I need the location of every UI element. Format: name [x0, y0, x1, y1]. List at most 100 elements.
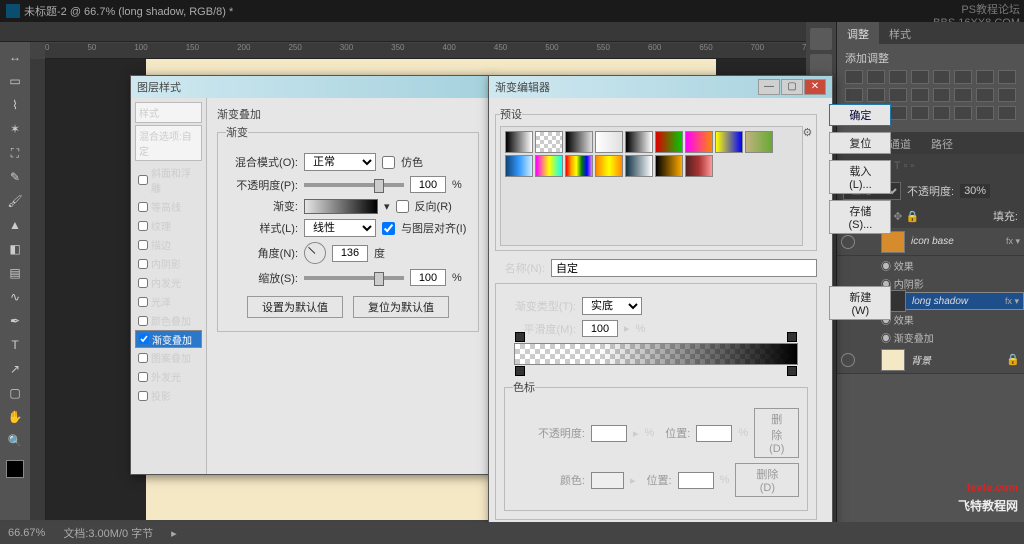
- opacity-input[interactable]: [410, 176, 446, 193]
- path-tool[interactable]: ↗: [4, 358, 26, 380]
- load-button[interactable]: 载入(L)...: [829, 160, 891, 194]
- gradient-tool[interactable]: ▤: [4, 262, 26, 284]
- ok-button[interactable]: 确定: [829, 104, 891, 126]
- style-item-7[interactable]: 颜色叠加: [135, 311, 202, 330]
- eraser-tool[interactable]: ◧: [4, 238, 26, 260]
- preset-swatch[interactable]: [655, 131, 683, 153]
- zoom-tool[interactable]: 🔍: [4, 430, 26, 452]
- dock-icon[interactable]: [810, 28, 832, 50]
- stamp-tool[interactable]: ▲: [4, 214, 26, 236]
- dialog-titlebar[interactable]: 渐变编辑器 — ▢ ✕: [489, 76, 832, 98]
- preset-swatch[interactable]: [745, 131, 773, 153]
- brush-tool[interactable]: 🖌: [4, 190, 26, 212]
- name-input[interactable]: [551, 259, 817, 277]
- gradient-preview[interactable]: [304, 199, 378, 214]
- style-item-11[interactable]: 投影: [135, 386, 202, 405]
- save-button[interactable]: 存储(S)...: [829, 200, 891, 234]
- style-item-3[interactable]: 描边: [135, 235, 202, 254]
- style-item-5[interactable]: 内发光: [135, 273, 202, 292]
- adj-icon[interactable]: [933, 70, 951, 84]
- preset-swatch[interactable]: [535, 131, 563, 153]
- wand-tool[interactable]: ✶: [4, 118, 26, 140]
- preset-swatch[interactable]: [715, 131, 743, 153]
- adj-icon[interactable]: [954, 88, 972, 102]
- type-select[interactable]: 实底: [582, 297, 642, 315]
- adj-icon[interactable]: [911, 88, 929, 102]
- opacity-stop[interactable]: [787, 332, 797, 342]
- adj-icon[interactable]: [889, 70, 907, 84]
- gear-icon[interactable]: ⚙: [803, 126, 813, 139]
- color-stop[interactable]: [515, 366, 525, 376]
- preset-swatch[interactable]: [565, 131, 593, 153]
- style-item-10[interactable]: 外发光: [135, 367, 202, 386]
- crop-tool[interactable]: ⛶: [4, 142, 26, 164]
- preset-swatch[interactable]: [505, 131, 533, 153]
- lasso-tool[interactable]: ⌇: [4, 94, 26, 116]
- gradient-bar[interactable]: [514, 343, 798, 365]
- set-default-button[interactable]: 设置为默认值: [247, 296, 343, 318]
- dialog-titlebar[interactable]: 图层样式: [131, 76, 489, 98]
- eyedropper-tool[interactable]: ✎: [4, 166, 26, 188]
- adj-icon[interactable]: [976, 70, 994, 84]
- opacity-stop[interactable]: [515, 332, 525, 342]
- preset-swatch[interactable]: [595, 155, 623, 177]
- tab-styles[interactable]: 样式: [879, 22, 921, 44]
- opacity-slider[interactable]: [304, 183, 404, 187]
- adj-icon[interactable]: [998, 88, 1016, 102]
- preset-swatch[interactable]: [535, 155, 563, 177]
- adj-icon[interactable]: [845, 70, 863, 84]
- cancel-button[interactable]: 复位: [829, 132, 891, 154]
- styles-header[interactable]: 样式: [135, 102, 202, 123]
- type-tool[interactable]: T: [4, 334, 26, 356]
- preset-swatch[interactable]: [655, 155, 683, 177]
- style-item-0[interactable]: 斜面和浮雕: [135, 163, 202, 197]
- color-stop[interactable]: [787, 366, 797, 376]
- blend-options[interactable]: 混合选项:自定: [135, 125, 202, 161]
- reset-default-button[interactable]: 复位为默认值: [353, 296, 449, 318]
- close-button[interactable]: ✕: [804, 79, 826, 95]
- smooth-input[interactable]: [582, 320, 618, 337]
- move-tool[interactable]: ↔: [4, 46, 26, 68]
- angle-dial[interactable]: [304, 242, 326, 264]
- dock-icon[interactable]: [810, 54, 832, 76]
- style-item-8[interactable]: 渐变叠加: [135, 330, 202, 348]
- reverse-check[interactable]: [396, 200, 409, 213]
- preset-swatch[interactable]: [625, 155, 653, 177]
- new-button[interactable]: 新建(W): [829, 286, 891, 320]
- preset-swatch[interactable]: [565, 155, 593, 177]
- preset-swatch[interactable]: [625, 131, 653, 153]
- style-item-6[interactable]: 光泽: [135, 292, 202, 311]
- scale-input[interactable]: [410, 269, 446, 286]
- preset-swatch[interactable]: [685, 131, 713, 153]
- adj-icon[interactable]: [867, 70, 885, 84]
- adj-icon[interactable]: [911, 106, 929, 120]
- opacity-value[interactable]: 30%: [960, 184, 990, 198]
- angle-input[interactable]: [332, 245, 368, 262]
- style-item-9[interactable]: 图案叠加: [135, 348, 202, 367]
- zoom-level[interactable]: 66.67%: [8, 527, 45, 539]
- preset-swatch[interactable]: [595, 131, 623, 153]
- adj-icon[interactable]: [976, 88, 994, 102]
- adj-icon[interactable]: [998, 106, 1016, 120]
- shape-tool[interactable]: ▢: [4, 382, 26, 404]
- adj-icon[interactable]: [954, 70, 972, 84]
- blend-select[interactable]: 正常: [304, 153, 376, 171]
- minimize-button[interactable]: —: [758, 79, 780, 95]
- pen-tool[interactable]: ✒: [4, 310, 26, 332]
- adj-icon[interactable]: [998, 70, 1016, 84]
- preset-swatch[interactable]: [685, 155, 713, 177]
- maximize-button[interactable]: ▢: [781, 79, 803, 95]
- scale-slider[interactable]: [304, 276, 404, 280]
- dropdown-icon[interactable]: ▾: [384, 200, 390, 213]
- adj-icon[interactable]: [933, 106, 951, 120]
- dither-check[interactable]: [382, 156, 395, 169]
- hand-tool[interactable]: ✋: [4, 406, 26, 428]
- style-select[interactable]: 线性: [304, 219, 376, 237]
- dropdown-icon[interactable]: ▸: [624, 322, 630, 335]
- preset-swatch[interactable]: [505, 155, 533, 177]
- style-item-4[interactable]: 内阴影: [135, 254, 202, 273]
- style-item-1[interactable]: 等高线: [135, 197, 202, 216]
- document-tab[interactable]: 未标题-2 @ 66.7% (long shadow, RGB/8) *: [0, 0, 1024, 22]
- tab-paths[interactable]: 路径: [921, 132, 963, 154]
- foreground-color[interactable]: [6, 460, 24, 478]
